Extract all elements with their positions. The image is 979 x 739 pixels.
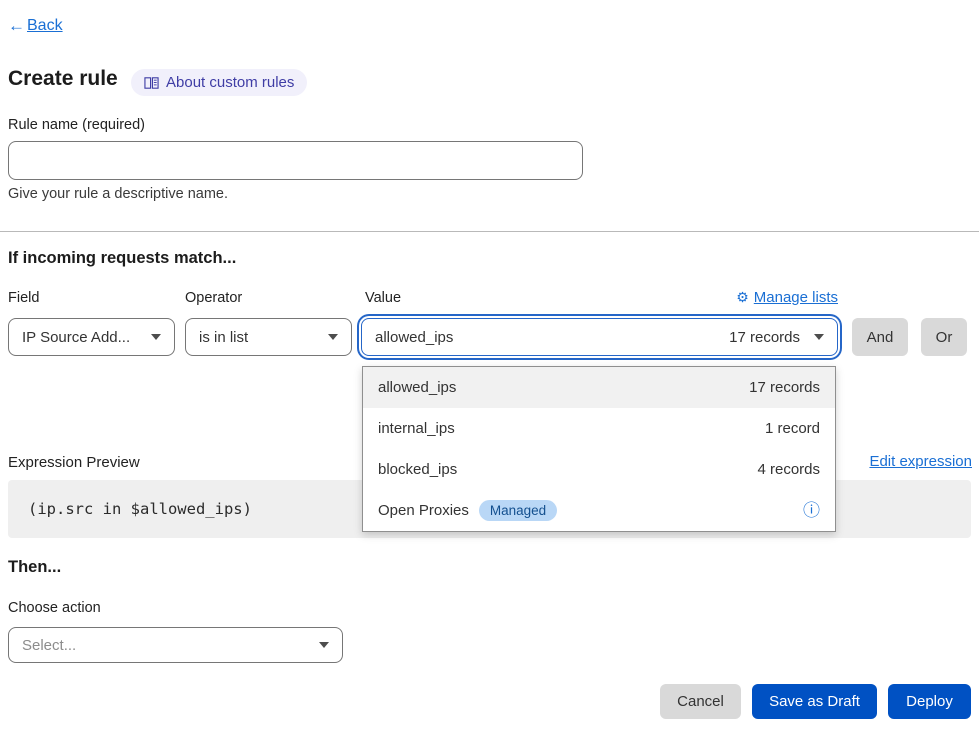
section-divider	[0, 231, 979, 232]
list-option-blocked-ips[interactable]: blocked_ips 4 records	[363, 449, 835, 490]
choose-action-label: Choose action	[8, 600, 101, 616]
expression-preview-label: Expression Preview	[8, 454, 140, 471]
list-option-open-proxies[interactable]: Open Proxies Managed ⓘ	[363, 490, 835, 531]
managed-badge: Managed	[479, 500, 557, 521]
chevron-down-icon	[151, 334, 161, 340]
rule-name-input[interactable]	[8, 141, 583, 180]
back-link-label: Back	[27, 17, 63, 35]
list-option-allowed-ips[interactable]: allowed_ips 17 records	[363, 367, 835, 408]
operator-select[interactable]: is in list	[185, 318, 352, 356]
list-option-name: internal_ips	[378, 420, 455, 437]
book-icon	[144, 76, 159, 90]
gear-icon: ⚙	[736, 289, 749, 306]
then-section-heading: Then...	[8, 558, 61, 577]
list-option-name: allowed_ips	[378, 379, 456, 396]
manage-lists-link[interactable]: ⚙ Manage lists	[736, 289, 838, 306]
action-select-placeholder: Select...	[22, 637, 76, 654]
list-dropdown-panel: allowed_ips 17 records internal_ips 1 re…	[362, 366, 836, 532]
page-title: Create rule	[8, 67, 118, 91]
field-select[interactable]: IP Source Add...	[8, 318, 175, 356]
deploy-button[interactable]: Deploy	[888, 684, 971, 719]
rule-name-helper-text: Give your rule a descriptive name.	[8, 186, 228, 202]
operator-label: Operator	[185, 290, 242, 306]
chevron-down-icon	[328, 334, 338, 340]
value-select[interactable]: allowed_ips 17 records	[361, 318, 838, 356]
value-select-record-count: 17 records	[729, 329, 800, 346]
field-label: Field	[8, 290, 39, 306]
and-button[interactable]: And	[852, 318, 908, 356]
operator-select-value: is in list	[199, 329, 248, 346]
field-select-value: IP Source Add...	[22, 329, 130, 346]
list-option-name: blocked_ips	[378, 461, 457, 478]
about-custom-rules-badge[interactable]: About custom rules	[131, 69, 307, 96]
about-custom-rules-label: About custom rules	[166, 74, 294, 91]
chevron-down-icon	[814, 334, 824, 340]
chevron-down-icon	[319, 642, 329, 648]
edit-expression-link[interactable]: Edit expression	[869, 453, 972, 470]
list-option-record-count: 1 record	[765, 420, 820, 437]
match-section-heading: If incoming requests match...	[8, 249, 236, 268]
back-arrow-icon: ←	[8, 16, 25, 36]
expression-code: (ip.src in $allowed_ips)	[28, 500, 252, 518]
create-rule-page: ←Back Create rule About custom rules Rul…	[0, 0, 979, 739]
rule-name-label: Rule name (required)	[8, 117, 145, 133]
back-link[interactable]: ←Back	[8, 16, 63, 36]
manage-lists-label: Manage lists	[754, 289, 838, 306]
list-option-record-count: 4 records	[757, 461, 820, 478]
save-as-draft-button[interactable]: Save as Draft	[752, 684, 877, 719]
list-option-internal-ips[interactable]: internal_ips 1 record	[363, 408, 835, 449]
cancel-button[interactable]: Cancel	[660, 684, 741, 719]
or-button[interactable]: Or	[921, 318, 967, 356]
list-option-name: Open Proxies	[378, 502, 469, 519]
value-select-value: allowed_ips	[375, 329, 453, 346]
action-select[interactable]: Select...	[8, 627, 343, 663]
info-icon[interactable]: ⓘ	[803, 502, 820, 519]
list-option-record-count: 17 records	[749, 379, 820, 396]
value-label: Value	[365, 290, 401, 306]
